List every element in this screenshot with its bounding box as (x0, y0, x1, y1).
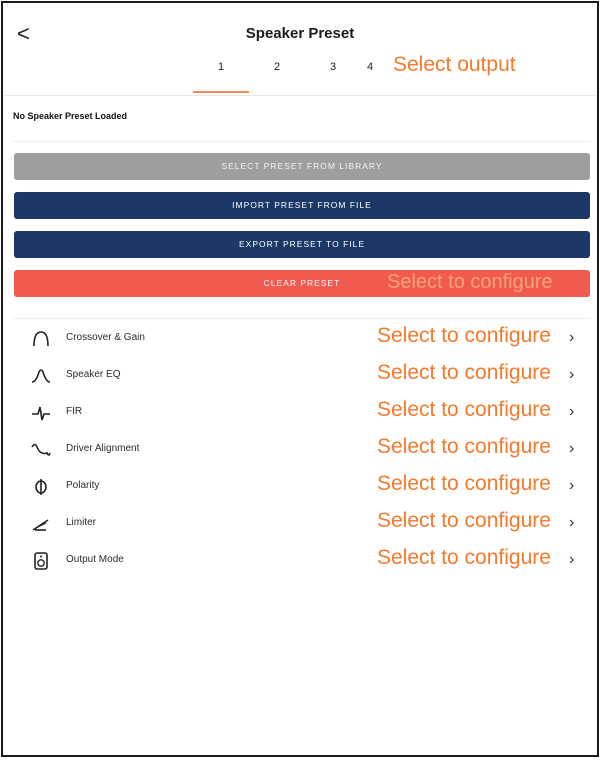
tab-output-2[interactable]: 2 (249, 55, 305, 91)
chevron-right-icon: › (569, 329, 575, 346)
list-item-speaker-eq[interactable]: Speaker EQ Select to configure › (3, 358, 597, 395)
chevron-right-icon: › (569, 477, 575, 494)
chevron-right-icon: › (569, 551, 575, 568)
tab-output-1[interactable]: 1 (193, 55, 249, 93)
list-item-driver-alignment[interactable]: Driver Alignment Select to configure › (3, 432, 597, 469)
list-item-label: Output Mode (66, 554, 124, 565)
chevron-right-icon: › (569, 440, 575, 457)
list-item-label: FIR (66, 406, 83, 417)
select-preset-library-button[interactable]: SELECT PRESET FROM LIBRARY (14, 153, 590, 180)
list-item-label: Driver Alignment (66, 443, 140, 454)
list-item-fir[interactable]: FIR Select to configure › (3, 395, 597, 432)
tab-output-3[interactable]: 3 (305, 55, 361, 91)
configure-hint: Select to configure (377, 435, 551, 458)
chevron-right-icon: › (569, 366, 575, 383)
page-title: Speaker Preset (245, 25, 355, 42)
header: < Speaker Preset 1 2 3 4 Select output (3, 3, 597, 96)
driver-alignment-icon (31, 441, 51, 459)
configure-hint: Select to configure (377, 398, 551, 421)
chevron-right-icon: › (569, 514, 575, 531)
export-preset-button[interactable]: EXPORT PRESET TO FILE (14, 231, 590, 258)
tab-output-4[interactable]: 4 (358, 55, 382, 91)
speaker-icon (31, 552, 51, 570)
list-item-label: Speaker EQ (66, 369, 121, 380)
app-frame: < Speaker Preset 1 2 3 4 Select output N… (1, 1, 599, 757)
list-item-label: Limiter (66, 517, 97, 528)
select-output-hint: Select output (393, 53, 516, 76)
clear-preset-button[interactable]: CLEAR PRESET (14, 270, 590, 297)
limiter-icon (31, 515, 51, 533)
fir-icon (31, 404, 51, 422)
import-preset-button[interactable]: IMPORT PRESET FROM FILE (14, 192, 590, 219)
configure-hint: Select to configure (377, 509, 551, 532)
list-item-label: Polarity (66, 480, 100, 491)
list-item-polarity[interactable]: Polarity Select to configure › (3, 469, 597, 506)
divider (13, 318, 591, 319)
preset-status: No Speaker Preset Loaded (13, 111, 128, 121)
list-item-crossover-gain[interactable]: Crossover & Gain Select to configure › (3, 321, 597, 358)
settings-list: Crossover & Gain Select to configure › S… (3, 321, 597, 580)
divider (13, 141, 591, 142)
crossover-icon (31, 330, 51, 348)
eq-curve-icon (31, 367, 51, 385)
configure-hint: Select to configure (377, 361, 551, 384)
configure-hint: Select to configure (377, 324, 551, 347)
chevron-right-icon: › (569, 403, 575, 420)
configure-hint: Select to configure (377, 546, 551, 569)
list-item-output-mode[interactable]: Output Mode Select to configure › (3, 543, 597, 580)
list-item-limiter[interactable]: Limiter Select to configure › (3, 506, 597, 543)
list-item-label: Crossover & Gain (66, 332, 145, 343)
polarity-icon (31, 478, 51, 496)
configure-hint: Select to configure (377, 472, 551, 495)
